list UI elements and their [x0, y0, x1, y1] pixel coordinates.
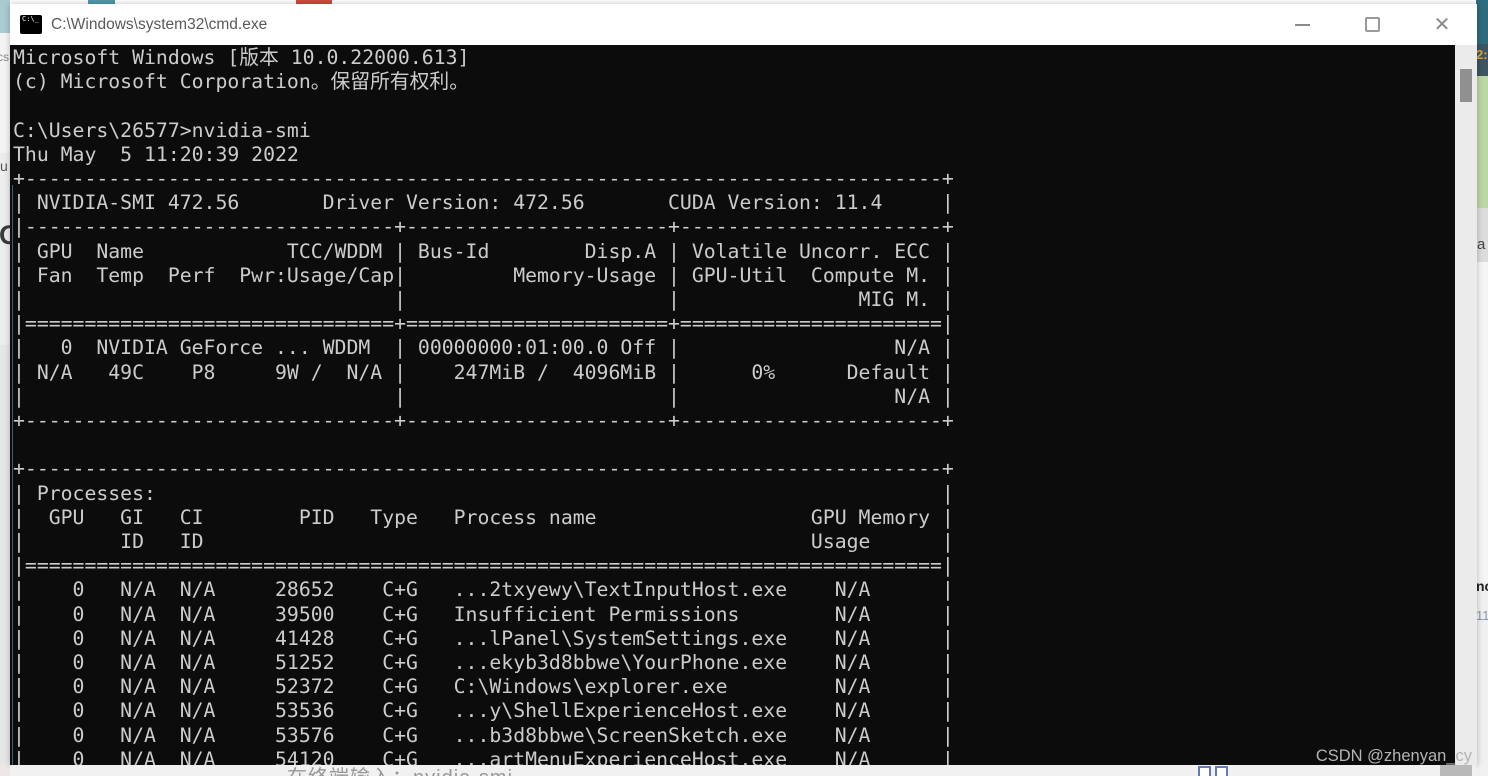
cmd-window: C:\_ C:\Windows\system32\cmd.exe ✕ Micro…: [10, 4, 1477, 765]
close-icon: ✕: [1434, 15, 1451, 35]
maximize-button[interactable]: [1337, 4, 1407, 45]
window-title: C:\Windows\system32\cmd.exe: [51, 16, 267, 34]
console-content: Microsoft Windows [版本 10.0.22000.613] (c…: [10, 45, 1477, 765]
console-output-area[interactable]: Microsoft Windows [版本 10.0.22000.613] (c…: [10, 45, 1455, 765]
left-pink-block: [0, 765, 10, 776]
watermark: CSDN @zhenyan_cy: [1316, 747, 1472, 766]
background-mini-icon-2: [1215, 766, 1228, 776]
maximize-icon: [1365, 17, 1380, 32]
right-text-fragment-a: a: [1477, 236, 1485, 253]
right-text-fragment-nc: nc: [1476, 578, 1488, 594]
scrollbar-thumb[interactable]: [1460, 69, 1472, 102]
right-lightgray-block: [1476, 208, 1488, 262]
cmd-icon: C:\_: [20, 15, 42, 34]
minimize-icon: [1295, 24, 1310, 26]
window-titlebar[interactable]: C:\_ C:\Windows\system32\cmd.exe ✕: [10, 4, 1477, 45]
background-gray-block: [1440, 765, 1472, 776]
right-text-fragment-11: 11: [1476, 608, 1488, 623]
right-white-block: [1476, 262, 1488, 582]
left-teal-block: [0, 0, 10, 33]
background-mini-icon-1: [1198, 766, 1211, 776]
background-window-left-edge[interactable]: cs u O: [0, 0, 10, 776]
console-text: Microsoft Windows [版本 10.0.22000.613] (c…: [13, 46, 954, 765]
right-text-fragment-orange: 2:: [1476, 47, 1488, 62]
background-instruction-text: 在终端输入：nvidia-smi: [287, 765, 513, 776]
minimize-button[interactable]: [1267, 4, 1337, 45]
left-gray-block: [0, 345, 10, 765]
console-scrollbar[interactable]: [1455, 45, 1477, 765]
background-bottom-strip: 在终端输入：nvidia-smi: [10, 765, 1476, 776]
left-text-fragment-o: O: [0, 220, 10, 251]
close-button[interactable]: ✕: [1407, 4, 1477, 45]
left-text-fragment-cs: cs: [0, 50, 9, 64]
window-controls: ✕: [1267, 4, 1477, 45]
left-text-fragment-u: u: [0, 158, 8, 174]
right-green-block: [1476, 76, 1488, 208]
right-teal-block: [1476, 0, 1488, 44]
background-window-right-edge[interactable]: 2: a nc 11: [1476, 0, 1488, 776]
